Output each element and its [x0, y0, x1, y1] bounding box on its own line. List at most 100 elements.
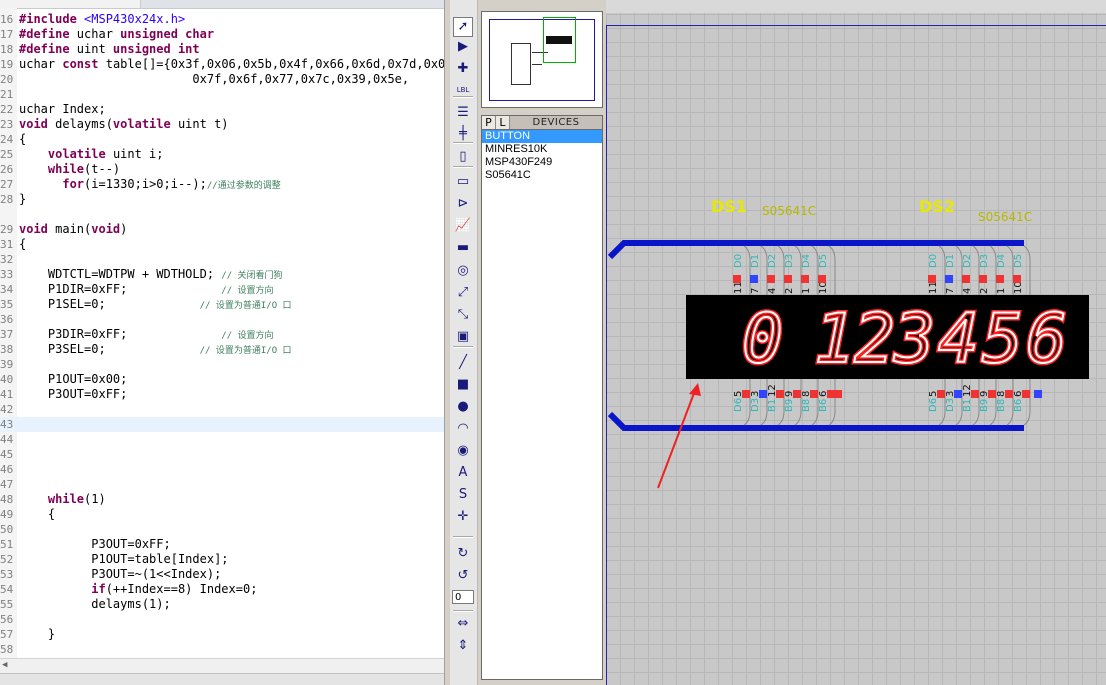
pin-label: D6: [928, 398, 939, 412]
device-pins-icon[interactable]: ⊳: [454, 195, 472, 213]
toolbar-separator: [453, 96, 473, 98]
scroll-left-icon[interactable]: ◀: [2, 660, 7, 670]
code-token: P3OUT=0xFF;: [19, 387, 128, 401]
selection-mode-icon[interactable]: ➚: [453, 17, 473, 37]
arc-2d-icon[interactable]: ◠: [454, 420, 472, 438]
device-list-item[interactable]: MSP430F249: [482, 156, 602, 169]
voltage-probe-icon[interactable]: ⤢: [454, 284, 472, 302]
pin-number: 11: [733, 281, 744, 294]
code-text: while(1): [19, 492, 106, 507]
pin-state-marker: [767, 275, 775, 283]
digit-segment: 3: [893, 300, 935, 379]
schematic-canvas[interactable]: 0 0 1 1 2 2 3 3 4 4 5 5 6 6 DS1 S05641C DS2 S05641C D0 11 D1…: [606, 0, 1106, 685]
rotate-anticlockwise-icon[interactable]: ↺: [454, 567, 472, 585]
pin-label: D3: [979, 254, 990, 268]
subcircuit-icon[interactable]: ▯: [454, 148, 472, 166]
line-number: 28: [0, 193, 14, 206]
buses-icon[interactable]: ╪: [454, 125, 472, 143]
device-list-item[interactable]: MINRES10K: [482, 143, 602, 156]
current-probe-icon[interactable]: ⤡: [454, 306, 472, 324]
code-text: P3OUT=0xFF;: [19, 387, 127, 402]
device-list-item[interactable]: S05641C: [482, 169, 602, 182]
code-text: {: [19, 132, 26, 147]
pin-number: 4: [962, 288, 973, 294]
digit-segment: 1: [814, 300, 855, 379]
mirror-vertical-icon[interactable]: ⇕: [454, 637, 472, 655]
device-list[interactable]: BUTTON MINRES10K MSP430F249 S05641C: [481, 130, 603, 680]
mirror-horizontal-icon[interactable]: ⇔: [454, 615, 472, 633]
code-text: P3OUT=0xFF;: [19, 537, 171, 552]
circle-2d-icon[interactable]: ●: [454, 398, 472, 416]
tape-recorder-icon[interactable]: ▬: [454, 239, 472, 257]
pick-devices-button[interactable]: P: [482, 116, 496, 129]
code-token: P1SEL=0;: [19, 297, 200, 311]
rotation-input[interactable]: 0: [452, 590, 474, 604]
pin-state-marker: [733, 275, 741, 283]
line-number: 17: [0, 28, 14, 41]
pin-label: D0: [928, 254, 939, 268]
code-line[interactable]: 43: [0, 417, 444, 432]
horizontal-scrollbar[interactable]: ◀: [0, 658, 444, 673]
schematic-drawing[interactable]: 00 11 22 33 44 55 66DS1 S05641C DS2S05641CD011D1…: [606, 0, 1106, 685]
line-number: 37: [0, 328, 14, 341]
box-2d-icon[interactable]: ■: [454, 376, 472, 394]
terminals-icon[interactable]: ▭: [454, 173, 472, 191]
graph-icon[interactable]: 📈: [454, 217, 472, 235]
code-token: P1OUT=0x00;: [19, 372, 128, 386]
pin-state-marker: [971, 390, 979, 398]
line-number: 21: [0, 88, 14, 101]
code-text: uchar const table[]={0x3f,0x06,0x5b,0x4f…: [19, 57, 444, 72]
digit-segment: 5: [982, 300, 1023, 379]
display-ref-label: DS2: [919, 197, 955, 216]
generator-icon[interactable]: ◎: [454, 262, 472, 280]
text-2d-icon[interactable]: A: [454, 464, 472, 482]
pin-number: 7: [945, 288, 956, 294]
pin-label: D4: [801, 254, 812, 268]
pin-state-marker: [954, 390, 962, 398]
component-mode-icon[interactable]: ▶: [454, 38, 472, 56]
device-list-item[interactable]: BUTTON: [482, 130, 602, 143]
pin-number: 1: [801, 288, 812, 294]
code-editor[interactable]: 16 #include <MSP430x24x.h> 17 #define uchar…: [0, 0, 444, 685]
code-token: P1DIR=0xFF;: [19, 282, 222, 296]
code-token: P1OUT=table[Index];: [19, 552, 229, 566]
editor-tab[interactable]: [0, 0, 141, 8]
toolbar-separator: [453, 166, 473, 168]
line-number: 27: [0, 178, 14, 191]
code-text: P3OUT=~(1<<Index);: [19, 567, 221, 582]
pin-label: B8: [801, 399, 812, 412]
pin-state-marker: [810, 390, 818, 398]
virtual-instruments-icon[interactable]: ▣: [454, 328, 472, 346]
text-script-icon[interactable]: ☰: [454, 104, 472, 122]
digit-segment: 4: [938, 300, 979, 379]
code-text: #define uint unsigned int: [19, 42, 200, 57]
line-number: 54: [0, 583, 14, 596]
code-token: volatile: [47, 147, 113, 161]
pin-label: D1: [750, 254, 761, 268]
pin-state-marker: [784, 275, 792, 283]
code-token: main(: [55, 222, 92, 236]
symbol-2d-icon[interactable]: S: [454, 486, 472, 504]
overview-window[interactable]: [481, 11, 603, 108]
rotate-clockwise-icon[interactable]: ↻: [454, 545, 472, 563]
library-manager-button[interactable]: L: [496, 116, 510, 129]
code-token: P3OUT=0xFF;: [19, 537, 171, 551]
code-token: void: [19, 117, 56, 131]
pin-number: 10: [1013, 281, 1024, 294]
line-2d-icon[interactable]: ╱: [454, 354, 472, 372]
toolbar-separator: [453, 536, 473, 538]
pin-label: B9: [979, 399, 990, 412]
line-number: 40: [0, 373, 14, 386]
pin-state-marker: [1022, 390, 1030, 398]
marker-2d-icon[interactable]: ✛: [454, 508, 472, 526]
code-token: <MSP430x24x.h>: [84, 12, 186, 26]
overview-chip: [511, 43, 531, 85]
pin-label: D6: [733, 398, 744, 412]
code-token: uint t): [177, 117, 229, 131]
path-2d-icon[interactable]: ◉: [454, 442, 472, 460]
devices-header: P L DEVICES: [481, 115, 603, 130]
junction-dot-icon[interactable]: ✚: [454, 60, 472, 78]
code-text: {: [19, 237, 26, 252]
pin-number: 10: [818, 281, 829, 294]
